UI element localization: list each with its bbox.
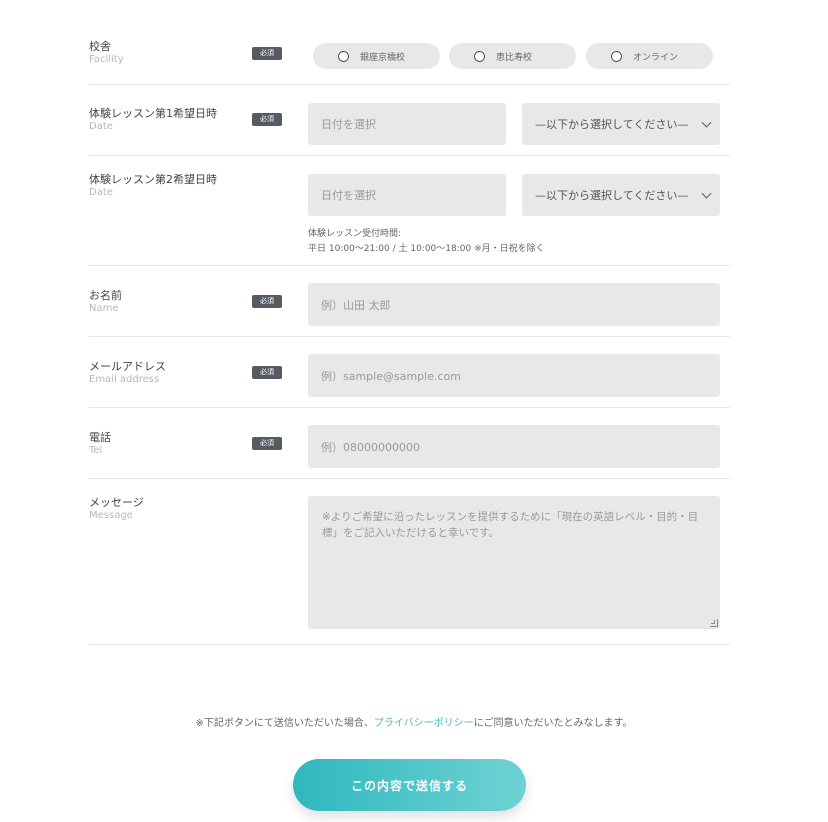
date2-date-input[interactable]: 日付を選択 — [308, 174, 506, 216]
tel-label-en: Tel — [89, 445, 103, 456]
facility-option-ginza[interactable]: 銀座京橋校 — [313, 43, 440, 69]
facility-label: 校舎 — [89, 40, 111, 53]
required-badge: 必須 — [252, 366, 282, 379]
date2-time-select[interactable]: —以下から選択してください— — [522, 174, 720, 216]
facility-option-online[interactable]: オンライン — [586, 43, 713, 69]
required-badge: 必須 — [252, 295, 282, 308]
tel-label: 電話 — [89, 431, 111, 444]
date1-time-select-value: —以下から選択してください— — [535, 118, 689, 131]
chevron-down-icon — [701, 117, 712, 128]
name-label: お名前 — [89, 289, 122, 302]
consent-suffix: にご同意いただいたとみなします。 — [473, 718, 633, 729]
date1-label-en: Date — [89, 121, 113, 132]
date1-time-select[interactable]: —以下から選択してください— — [522, 103, 720, 145]
message-placeholder: ※よりご希望に沿ったレッスンを提供するために「現在の英語レベル・目的・目標」をご… — [322, 511, 699, 539]
date1-label: 体験レッスン第1希望日時 — [89, 107, 217, 120]
consent-prefix: ※下記ボタンにて送信いただいた場合、 — [195, 718, 374, 729]
radio-circle-icon[interactable] — [338, 50, 349, 62]
radio-circle-icon[interactable] — [611, 50, 622, 62]
privacy-policy-link[interactable]: プライバシーポリシー — [374, 718, 474, 729]
required-badge: 必須 — [252, 437, 282, 450]
email-label: メールアドレス — [89, 360, 166, 373]
required-badge: 必須 — [252, 47, 282, 60]
resize-handle-icon[interactable] — [710, 619, 718, 627]
name-label-en: Name — [89, 303, 119, 314]
reception-hours-note: 平日 10:00〜21:00 / 土 10:00〜18:00 ※月・日祝を除く — [308, 244, 545, 254]
date2-time-select-value: —以下から選択してください— — [535, 189, 689, 202]
date2-label-en: Date — [89, 187, 113, 198]
facility-label-en: Facility — [89, 54, 124, 65]
consent-note: ※下記ボタンにて送信いただいた場合、プライバシーポリシーにご同意いただいたとみな… — [0, 714, 828, 729]
facility-option-ebisu[interactable]: 恵比寿校 — [449, 43, 576, 69]
required-badge: 必須 — [252, 113, 282, 126]
email-input[interactable]: 例）sample@sample.com — [308, 354, 720, 397]
radio-circle-icon[interactable] — [474, 50, 485, 62]
message-label: メッセージ — [89, 496, 144, 509]
facility-option-label: 銀座京橋校 — [360, 52, 406, 63]
date1-date-input[interactable]: 日付を選択 — [308, 103, 506, 145]
submit-button[interactable]: この内容で送信する — [293, 759, 526, 811]
facility-option-label: 恵比寿校 — [496, 52, 533, 63]
message-textarea[interactable]: ※よりご希望に沿ったレッスンを提供するために「現在の英語レベル・目的・目標」をご… — [308, 496, 720, 629]
date2-label: 体験レッスン第2希望日時 — [89, 173, 217, 186]
reception-hours-title: 体験レッスン受付時間: — [308, 229, 402, 239]
chevron-down-icon — [701, 188, 712, 199]
tel-input[interactable]: 例）08000000000 — [308, 425, 720, 468]
message-label-en: Message — [89, 510, 133, 521]
name-input[interactable]: 例）山田 太郎 — [308, 283, 720, 326]
facility-option-label: オンライン — [633, 52, 679, 63]
email-label-en: Email address — [89, 374, 160, 385]
